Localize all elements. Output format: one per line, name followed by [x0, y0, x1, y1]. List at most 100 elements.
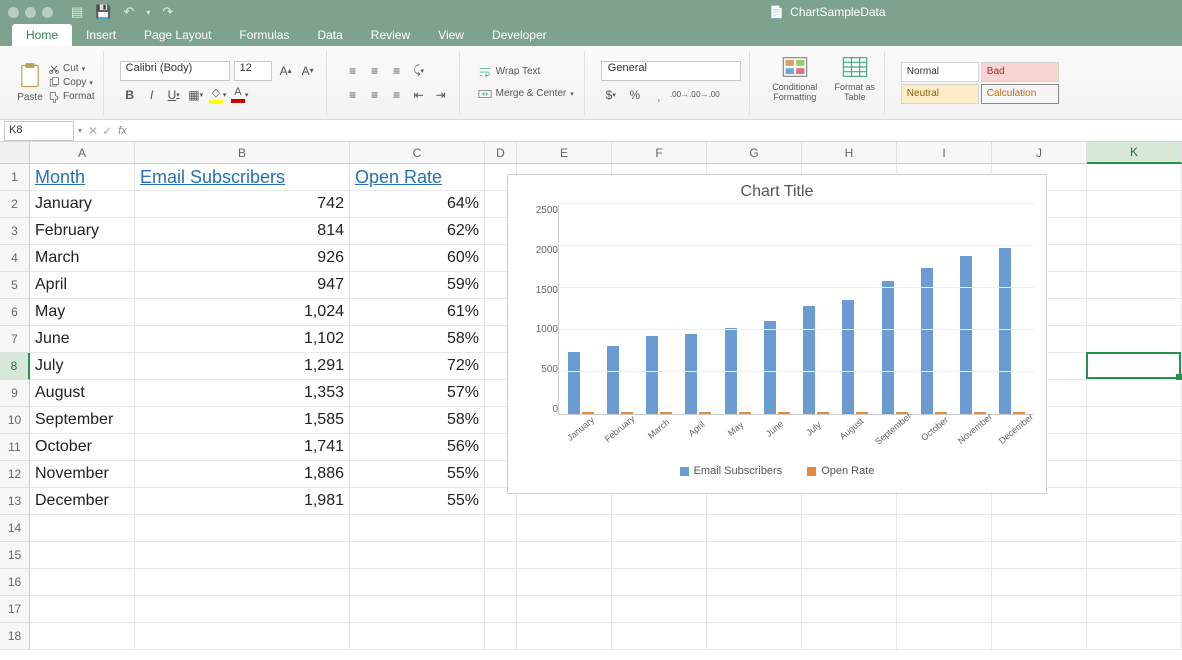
cell-B9[interactable]: 1,353	[135, 380, 350, 407]
bar-group[interactable]	[996, 205, 1028, 414]
cell-C13[interactable]: 55%	[350, 488, 485, 515]
cell-A13[interactable]: December	[30, 488, 135, 515]
tab-data[interactable]: Data	[303, 24, 356, 46]
cell-G17[interactable]	[707, 596, 802, 623]
cell-E15[interactable]	[517, 542, 612, 569]
cell-K18[interactable]	[1087, 623, 1182, 650]
tab-formulas[interactable]: Formulas	[225, 24, 303, 46]
col-header-H[interactable]: H	[802, 142, 897, 164]
cell-I16[interactable]	[897, 569, 992, 596]
conditional-formatting-button[interactable]: Conditional Formatting	[766, 53, 824, 113]
cell-B8[interactable]: 1,291	[135, 353, 350, 380]
cell-K2[interactable]	[1087, 191, 1182, 218]
select-all-corner[interactable]	[0, 142, 30, 164]
cell-C6[interactable]: 61%	[350, 299, 485, 326]
cell-B3[interactable]: 814	[135, 218, 350, 245]
row-header-16[interactable]: 16	[0, 569, 30, 596]
comma-button[interactable]: ⸒	[649, 85, 669, 105]
row-header-8[interactable]: 8	[0, 353, 30, 380]
row-header-14[interactable]: 14	[0, 515, 30, 542]
cell-J17[interactable]	[992, 596, 1087, 623]
cell-A8[interactable]: July	[30, 353, 135, 380]
cell-A9[interactable]: August	[30, 380, 135, 407]
cell-B18[interactable]	[135, 623, 350, 650]
chart-title[interactable]: Chart Title	[520, 183, 1034, 201]
underline-button[interactable]: U▾	[164, 85, 184, 105]
row-header-1[interactable]: 1	[0, 164, 30, 191]
align-top-button[interactable]: ≡	[343, 61, 363, 81]
cell-J16[interactable]	[992, 569, 1087, 596]
cell-B7[interactable]: 1,102	[135, 326, 350, 353]
cell-K12[interactable]	[1087, 461, 1182, 488]
cell-A15[interactable]	[30, 542, 135, 569]
col-header-I[interactable]: I	[897, 142, 992, 164]
cell-B15[interactable]	[135, 542, 350, 569]
row-header-3[interactable]: 3	[0, 218, 30, 245]
percent-button[interactable]: %	[625, 85, 645, 105]
align-bottom-button[interactable]: ≡	[387, 61, 407, 81]
cell-I14[interactable]	[897, 515, 992, 542]
bar-group[interactable]	[918, 205, 950, 414]
cell-C11[interactable]: 56%	[350, 434, 485, 461]
cut-button[interactable]: Cut ▾	[48, 63, 95, 75]
tab-page-layout[interactable]: Page Layout	[130, 24, 225, 46]
cell-B13[interactable]: 1,981	[135, 488, 350, 515]
cell-D15[interactable]	[485, 542, 517, 569]
cell-B11[interactable]: 1,741	[135, 434, 350, 461]
cell-G15[interactable]	[707, 542, 802, 569]
cell-C7[interactable]: 58%	[350, 326, 485, 353]
row-header-6[interactable]: 6	[0, 299, 30, 326]
save-icon[interactable]: 💾	[95, 4, 111, 20]
orientation-button[interactable]: ⤹▾	[409, 61, 429, 81]
col-header-G[interactable]: G	[707, 142, 802, 164]
row-header-13[interactable]: 13	[0, 488, 30, 515]
align-left-button[interactable]: ≡	[343, 85, 363, 105]
cell-C15[interactable]	[350, 542, 485, 569]
format-as-table-button[interactable]: Format as Table	[834, 53, 876, 113]
cell-C8[interactable]: 72%	[350, 353, 485, 380]
font-color-button[interactable]: A▾	[230, 85, 250, 105]
row-header-5[interactable]: 5	[0, 272, 30, 299]
cell-C17[interactable]	[350, 596, 485, 623]
cell-K15[interactable]	[1087, 542, 1182, 569]
cancel-icon[interactable]: ✕	[88, 124, 98, 138]
copy-button[interactable]: Copy ▾	[48, 77, 95, 89]
cell-C10[interactable]: 58%	[350, 407, 485, 434]
bar-group[interactable]	[879, 205, 911, 414]
align-right-button[interactable]: ≡	[387, 85, 407, 105]
cell-F16[interactable]	[612, 569, 707, 596]
bar-group[interactable]	[643, 205, 675, 414]
borders-button[interactable]: ▦▾	[186, 85, 206, 105]
indent-decrease-button[interactable]: ⇤	[409, 85, 429, 105]
undo-dropdown-icon[interactable]: ▾	[146, 8, 150, 17]
bold-button[interactable]: B	[120, 85, 140, 105]
cell-A5[interactable]: April	[30, 272, 135, 299]
bar-subscribers[interactable]	[921, 268, 933, 414]
enter-icon[interactable]: ✓	[102, 124, 112, 138]
cell-A6[interactable]: May	[30, 299, 135, 326]
bar-group[interactable]	[957, 205, 989, 414]
cell-C3[interactable]: 62%	[350, 218, 485, 245]
cell-C2[interactable]: 64%	[350, 191, 485, 218]
cell-A10[interactable]: September	[30, 407, 135, 434]
cell-E16[interactable]	[517, 569, 612, 596]
cell-I15[interactable]	[897, 542, 992, 569]
row-header-15[interactable]: 15	[0, 542, 30, 569]
bar-subscribers[interactable]	[960, 256, 972, 414]
undo-icon[interactable]: ↶	[123, 4, 134, 20]
fill-color-button[interactable]: ◇▾	[208, 85, 228, 105]
style-normal[interactable]: Normal	[901, 62, 979, 82]
bar-group[interactable]	[682, 205, 714, 414]
cell-K11[interactable]	[1087, 434, 1182, 461]
cell-C12[interactable]: 55%	[350, 461, 485, 488]
cell-D17[interactable]	[485, 596, 517, 623]
quick-save-icon[interactable]: ▤	[71, 4, 83, 20]
wrap-text-button[interactable]: Wrap Text	[476, 63, 576, 81]
cell-K8[interactable]	[1087, 353, 1182, 380]
cell-J15[interactable]	[992, 542, 1087, 569]
cell-H18[interactable]	[802, 623, 897, 650]
font-size-select[interactable]: 12	[234, 61, 272, 81]
merge-center-button[interactable]: Merge & Center ▾	[476, 85, 576, 103]
cell-C16[interactable]	[350, 569, 485, 596]
bar-group[interactable]	[722, 205, 754, 414]
